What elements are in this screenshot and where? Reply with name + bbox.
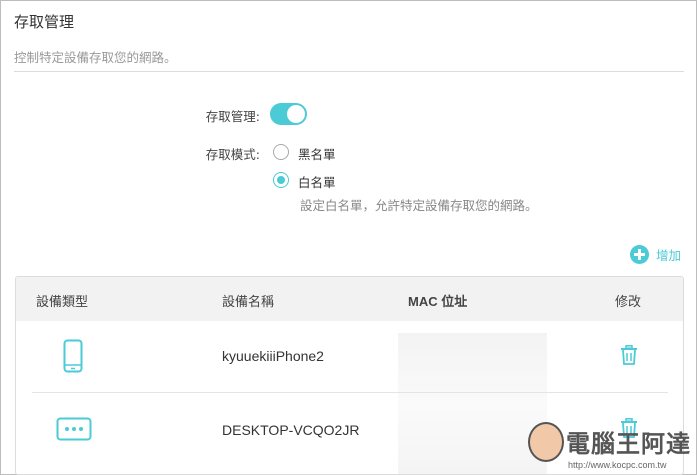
watermark-logo: 電腦王阿達 http://www.kocpc.com.tw: [528, 420, 697, 475]
page-title: 存取管理: [14, 13, 75, 31]
watermark-text: 電腦王阿達: [566, 430, 691, 458]
page-description: 控制特定設備存取您的網路。: [14, 50, 177, 65]
trash-icon[interactable]: [621, 345, 637, 365]
toggle-knob: [287, 105, 305, 123]
mascot-face-icon: [528, 422, 564, 462]
blacklist-label[interactable]: 黑名單: [298, 144, 336, 163]
whitelist-radio[interactable]: [273, 172, 289, 188]
phone-icon: [63, 339, 83, 373]
mac-address-blurred: [398, 333, 547, 474]
column-header-device-name: 設備名稱: [222, 295, 275, 310]
access-control-toggle[interactable]: [270, 103, 307, 125]
add-button[interactable]: 增加: [630, 244, 681, 264]
column-header-modify: 修改: [615, 295, 642, 310]
computer-icon: [56, 417, 92, 441]
access-mode-label: 存取模式:: [205, 147, 260, 162]
plus-circle-icon: [630, 244, 649, 264]
device-name: kyuuekiiiPhone2: [222, 348, 324, 364]
header-divider: [14, 71, 684, 72]
whitelist-label[interactable]: 白名單: [298, 172, 336, 191]
column-header-mac-address: MAC 位址: [408, 294, 468, 309]
table-header: 設備類型 設備名稱 MAC 位址 修改: [16, 277, 683, 321]
access-control-label: 存取管理:: [205, 109, 260, 124]
watermark-url: http://www.kocpc.com.tw: [568, 460, 667, 470]
whitelist-hint: 設定白名單，允許特定設備存取您的網路。: [300, 198, 538, 213]
device-name: DESKTOP-VCQO2JR: [222, 422, 360, 438]
blacklist-radio[interactable]: [273, 144, 289, 160]
add-button-label: 增加: [656, 247, 682, 263]
row-divider: [32, 392, 668, 393]
column-header-device-type: 設備類型: [36, 295, 89, 310]
